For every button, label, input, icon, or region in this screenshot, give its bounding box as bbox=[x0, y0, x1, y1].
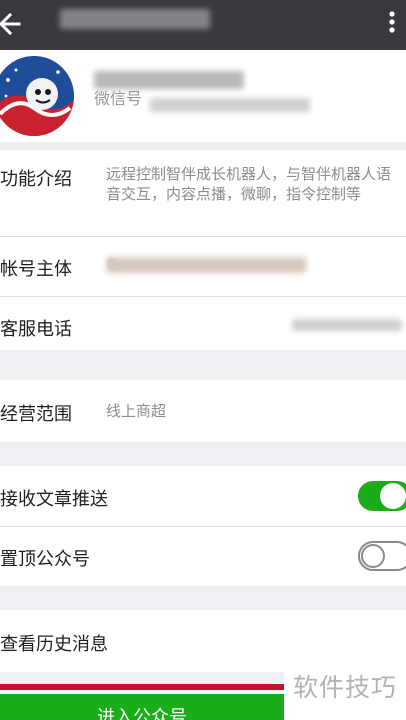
intro-value: 远程控制智伴成长机器人，与智伴机器人语音交互，内容点播，微聊，指令控制等 bbox=[106, 165, 392, 203]
service-phone-label: 客服电话 bbox=[0, 319, 72, 340]
account-profile bbox=[0, 50, 406, 142]
subject-value[interactable] bbox=[106, 257, 306, 273]
business-scope-value: 线上商超 bbox=[106, 402, 167, 420]
divider bbox=[0, 236, 406, 237]
pin-top-toggle[interactable] bbox=[358, 541, 406, 571]
pin-top-label: 置顶公众号 bbox=[0, 549, 90, 570]
top-bar bbox=[0, 0, 406, 50]
service-phone-value[interactable] bbox=[292, 319, 402, 331]
header-title bbox=[60, 9, 210, 29]
intro-label: 功能介绍 bbox=[0, 169, 72, 190]
receive-articles-label: 接收文章推送 bbox=[0, 489, 108, 510]
history-label[interactable]: 查看历史消息 bbox=[0, 630, 108, 656]
wechat-id-value bbox=[150, 98, 310, 112]
back-arrow-icon[interactable] bbox=[0, 8, 30, 40]
divider bbox=[0, 526, 406, 527]
wechat-id-label: 微信号 bbox=[94, 89, 143, 108]
watermark-text: 软件技巧 bbox=[284, 665, 406, 720]
receive-articles-toggle[interactable] bbox=[358, 481, 406, 511]
enter-account-button[interactable]: 进入公众号 bbox=[0, 694, 284, 720]
avatar bbox=[0, 56, 74, 136]
business-scope-label: 经营范围 bbox=[0, 404, 72, 425]
subject-label: 帐号主体 bbox=[0, 259, 72, 280]
more-vertical-icon[interactable] bbox=[388, 10, 396, 34]
divider bbox=[0, 296, 406, 297]
